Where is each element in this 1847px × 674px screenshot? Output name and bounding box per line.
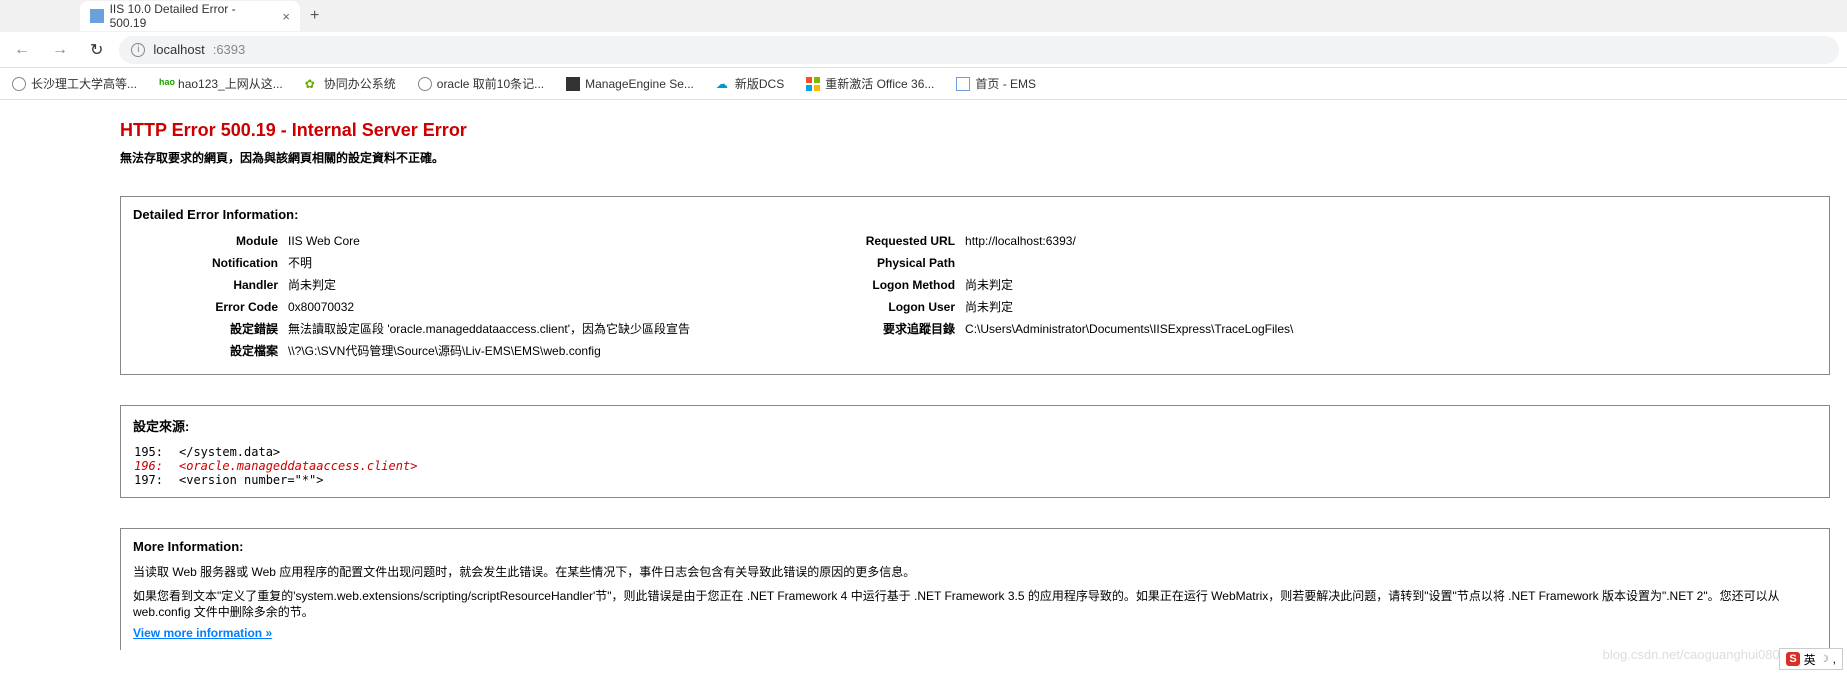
label-logon-user: Logon User [810, 298, 965, 316]
office-icon [806, 77, 820, 91]
label-physical-path: Physical Path [810, 254, 965, 272]
more-info-p1: 当读取 Web 服务器或 Web 应用程序的配置文件出现问题时，就会发生此错误。… [133, 564, 1817, 580]
value-trace-dir: C:\Users\Administrator\Documents\IISExpr… [965, 320, 1293, 338]
detail-left-col: ModuleIIS Web Core Notification不明 Handle… [133, 232, 690, 364]
tab-title: IIS 10.0 Detailed Error - 500.19 [110, 2, 271, 30]
close-icon[interactable]: × [282, 9, 290, 24]
label-logon-method: Logon Method [810, 276, 965, 294]
moon-icon: ☽ [1820, 654, 1829, 665]
value-logon-user: 尚未判定 [965, 298, 1013, 316]
bookmark-label: 长沙理工大学高等... [31, 75, 137, 92]
value-notification: 不明 [288, 254, 312, 272]
value-config-error: 無法讀取設定區段 'oracle.manageddataaccess.clien… [288, 320, 690, 338]
config-source-code: 195: </system.data>196: <oracle.managedd… [133, 445, 1817, 487]
bookmark-label: 首页 - EMS [975, 75, 1036, 92]
value-handler: 尚未判定 [288, 276, 336, 294]
bookmark-item[interactable]: oracle 取前10条记... [418, 75, 544, 92]
bookmark-item[interactable]: ☁ 新版DCS [716, 75, 784, 92]
label-notification: Notification [133, 254, 288, 272]
ime-lang: 英 [1804, 651, 1816, 668]
detail-heading: Detailed Error Information: [133, 207, 1817, 222]
bookmark-item[interactable]: ✿ 协同办公系统 [305, 75, 396, 92]
error-title: HTTP Error 500.19 - Internal Server Erro… [120, 120, 1847, 141]
config-source-section: 設定來源: 195: </system.data>196: <oracle.ma… [120, 405, 1830, 498]
bookmark-item[interactable]: 首页 - EMS [956, 75, 1036, 92]
value-logon-method: 尚未判定 [965, 276, 1013, 294]
value-config-file: \\?\G:\SVN代码管理\Source\源码\Liv-EMS\EMS\web… [288, 342, 601, 360]
gear-icon: ✿ [305, 77, 319, 91]
new-tab-button[interactable]: + [300, 7, 329, 25]
url-host: localhost [153, 42, 204, 57]
label-config-file: 設定檔案 [133, 342, 288, 360]
bookmark-label: hao123_上网从这... [178, 75, 283, 92]
page-icon [956, 77, 970, 91]
bookmark-item[interactable]: ManageEngine Se... [566, 77, 694, 91]
value-requested-url: http://localhost:6393/ [965, 232, 1076, 250]
site-info-icon[interactable]: i [131, 43, 145, 57]
ime-punct: , [1833, 652, 1836, 666]
nav-bar: ← → ↻ i localhost :6393 [0, 32, 1847, 68]
error-page: HTTP Error 500.19 - Internal Server Erro… [0, 100, 1847, 670]
tab-bar: IIS 10.0 Detailed Error - 500.19 × + [0, 0, 1847, 32]
ime-brand-icon: S [1786, 652, 1799, 666]
label-trace-dir: 要求追蹤目錄 [810, 320, 965, 338]
tab-favicon [90, 9, 104, 23]
browser-chrome: IIS 10.0 Detailed Error - 500.19 × + ← →… [0, 0, 1847, 100]
globe-icon [418, 77, 432, 91]
error-subtitle: 無法存取要求的網頁，因為與該網頁相關的設定資料不正確。 [120, 149, 1847, 166]
detail-section: Detailed Error Information: ModuleIIS We… [120, 196, 1830, 375]
bookmark-item[interactable]: 重新激活 Office 36... [806, 75, 934, 92]
back-button[interactable]: ← [8, 37, 36, 63]
globe-icon [12, 77, 26, 91]
bookmark-label: 新版DCS [735, 75, 784, 92]
label-requested-url: Requested URL [810, 232, 965, 250]
value-error-code: 0x80070032 [288, 298, 354, 316]
config-line: 196: <oracle.manageddataaccess.client> [133, 459, 1817, 473]
more-info-heading: More Information: [133, 539, 1817, 554]
address-bar[interactable]: i localhost :6393 [119, 36, 1839, 64]
cloud-icon: ☁ [716, 77, 730, 91]
app-icon [566, 77, 580, 91]
bookmark-label: 重新激活 Office 36... [825, 75, 934, 92]
label-module: Module [133, 232, 288, 250]
detail-right-col: Requested URLhttp://localhost:6393/ Phys… [810, 232, 1293, 364]
config-line: 195: </system.data> [133, 445, 1817, 459]
bookmark-label: 协同办公系统 [324, 75, 396, 92]
ime-indicator[interactable]: S 英 ☽ , [1779, 648, 1843, 670]
bookmark-item[interactable]: hao hao123_上网从这... [159, 75, 283, 92]
more-info-section: More Information: 当读取 Web 服务器或 Web 应用程序的… [120, 528, 1830, 650]
bookmark-item[interactable]: 长沙理工大学高等... [12, 75, 137, 92]
hao123-icon: hao [159, 77, 173, 91]
bookmark-bar: 长沙理工大学高等... hao hao123_上网从这... ✿ 协同办公系统 or… [0, 68, 1847, 100]
url-port: :6393 [213, 42, 246, 57]
more-info-p2: 如果您看到文本"定义了重复的'system.web.extensions/scr… [133, 588, 1817, 620]
browser-tab[interactable]: IIS 10.0 Detailed Error - 500.19 × [80, 1, 300, 31]
config-source-heading: 設定來源: [133, 416, 1817, 435]
reload-button[interactable]: ↻ [84, 36, 109, 64]
bookmark-label: oracle 取前10条记... [437, 75, 544, 92]
forward-button[interactable]: → [46, 37, 74, 63]
view-more-link[interactable]: View more information » [133, 626, 272, 640]
label-handler: Handler [133, 276, 288, 294]
bookmark-label: ManageEngine Se... [585, 77, 694, 91]
value-module: IIS Web Core [288, 232, 360, 250]
label-config-error: 設定錯誤 [133, 320, 288, 338]
config-line: 197: <version number="*"> [133, 473, 1817, 487]
label-error-code: Error Code [133, 298, 288, 316]
